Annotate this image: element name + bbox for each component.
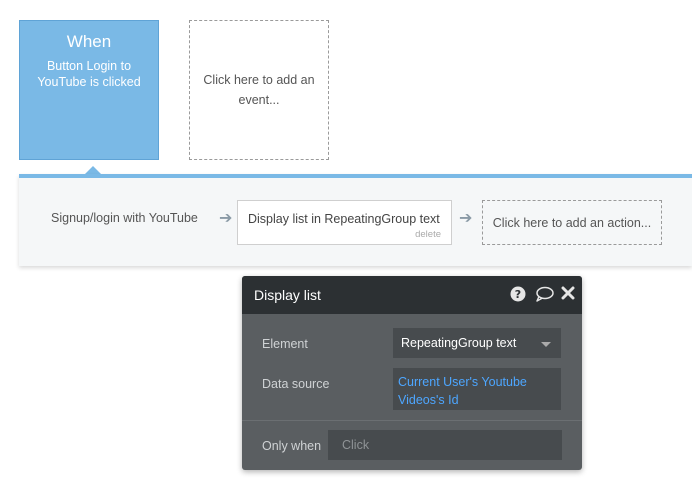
panel-header[interactable]: Display list ? [242, 276, 582, 314]
chevron-down-icon [541, 342, 551, 347]
workflow-action-bar: Signup/login with YouTube ➔ Display list… [19, 174, 692, 266]
workflow-step-label[interactable]: Signup/login with YouTube [51, 211, 198, 225]
panel-title: Display list [254, 287, 321, 303]
comment-icon[interactable] [535, 286, 554, 302]
event-when-card[interactable]: When Button Login to YouTube is clicked [19, 20, 159, 160]
action-label: Display list in RepeatingGroup text [248, 212, 440, 226]
help-icon[interactable]: ? [510, 286, 526, 302]
add-action-label: Click here to add an action... [492, 215, 652, 230]
only-when-placeholder: Click [342, 438, 370, 452]
event-pointer-arrow [85, 166, 101, 174]
element-dropdown-value: RepeatingGroup text [401, 336, 517, 350]
delete-action-link[interactable]: delete [415, 229, 441, 240]
event-description: Button Login to YouTube is clicked [37, 59, 141, 89]
only-when-label: Only when [262, 439, 322, 453]
element-label: Element [262, 337, 308, 351]
close-icon[interactable] [561, 286, 575, 300]
arrow-right-icon: ➔ [459, 210, 473, 227]
data-source-label: Data source [262, 377, 330, 391]
only-when-input[interactable]: Click [328, 430, 562, 460]
svg-text:?: ? [515, 288, 521, 301]
data-source-expression[interactable]: Current User's Youtube Videos's Id [393, 368, 561, 410]
display-list-panel: Display list ? Element RepeatingGroup te… [242, 276, 582, 470]
action-display-list[interactable]: Display list in RepeatingGroup text dele… [237, 200, 452, 245]
add-event-label: Click here to add an event... [203, 73, 315, 107]
element-dropdown[interactable]: RepeatingGroup text [393, 328, 561, 358]
arrow-right-icon: ➔ [219, 210, 233, 227]
event-when-title: When [66, 32, 112, 51]
add-action-button[interactable]: Click here to add an action... [482, 200, 662, 245]
add-event-button[interactable]: Click here to add an event... [189, 20, 329, 160]
panel-divider [242, 420, 582, 421]
